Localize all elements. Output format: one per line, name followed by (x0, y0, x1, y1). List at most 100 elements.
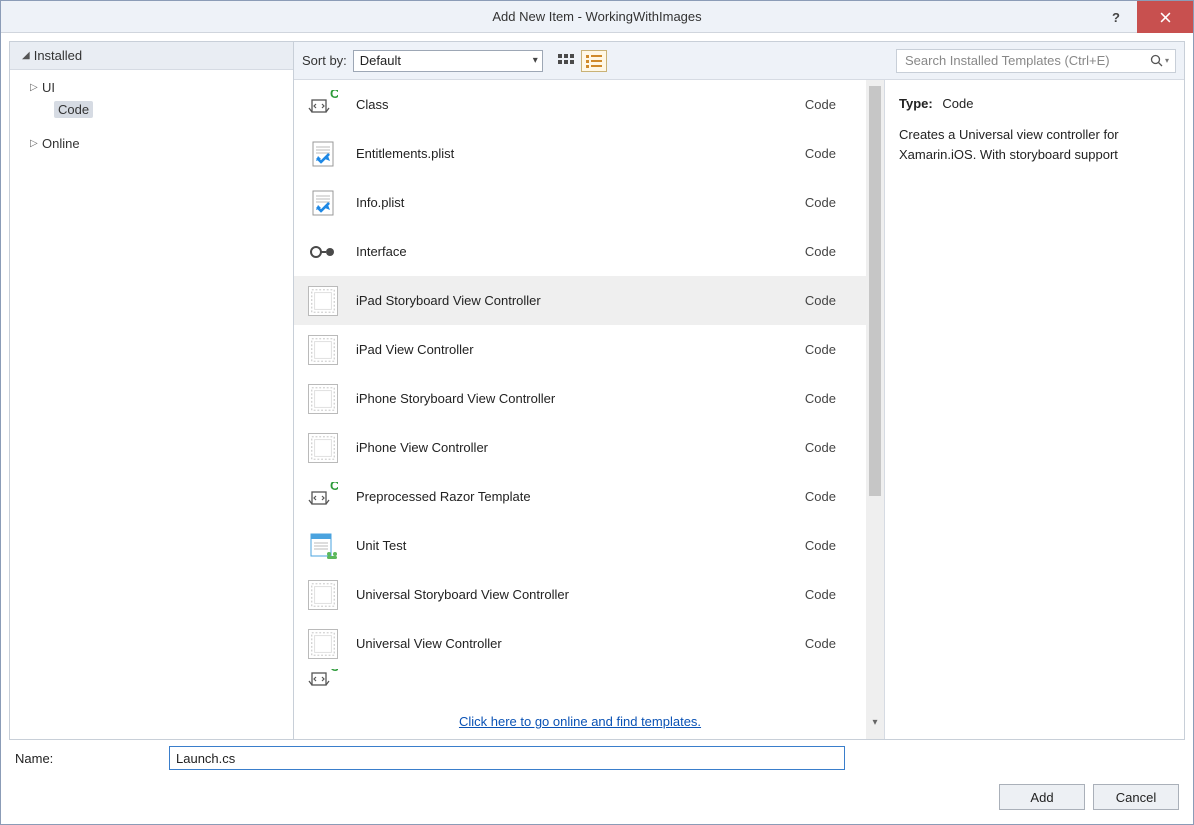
template-row[interactable]: Universal Storyboard View ControllerCode (294, 570, 866, 619)
sort-by-dropdown[interactable]: Default ▾ (353, 50, 543, 72)
frame-icon (308, 629, 338, 659)
detail-type-value: Code (942, 96, 973, 111)
chevron-down-icon: ▾ (533, 55, 538, 66)
template-category: Code (805, 538, 852, 553)
tree-section-label: Installed (34, 48, 82, 63)
expand-icon: ▷ (30, 138, 42, 149)
template-category: Code (805, 587, 852, 602)
template-row[interactable]: Info.plistCode (294, 178, 866, 227)
frame-icon (308, 433, 338, 463)
search-icon[interactable]: ▾ (1150, 54, 1169, 67)
detail-description: Creates a Universal view controller for … (899, 125, 1170, 165)
template-row[interactable]: Entitlements.plistCode (294, 129, 866, 178)
cs-icon (308, 482, 338, 512)
help-icon: ? (1112, 10, 1120, 25)
footer: Name: Add Cancel (9, 746, 1185, 816)
template-row[interactable]: InterfaceCode (294, 227, 866, 276)
search-input[interactable] (903, 52, 1146, 69)
template-name: Unit Test (356, 538, 805, 553)
template-row[interactable]: iPhone View ControllerCode (294, 423, 866, 472)
tree-item-label: Code (54, 101, 93, 118)
template-category: Code (805, 195, 852, 210)
template-category: Code (805, 342, 852, 357)
add-button[interactable]: Add (999, 784, 1085, 810)
frame-icon (308, 580, 338, 610)
view-list-button[interactable] (581, 50, 607, 72)
category-tree: ◢ Installed ▷ UI Code ▷ Online (10, 42, 294, 739)
dialog-body: ◢ Installed ▷ UI Code ▷ Online (9, 41, 1185, 740)
template-row-partial[interactable] (294, 668, 866, 688)
template-category: Code (805, 146, 852, 161)
find-templates-link[interactable]: Click here to go online and find templat… (459, 714, 701, 729)
template-category: Code (805, 97, 852, 112)
grid-icon (558, 54, 574, 68)
template-category: Code (805, 391, 852, 406)
template-panel: Sort by: Default ▾ (294, 42, 1184, 739)
cancel-button-label: Cancel (1116, 790, 1156, 805)
template-name: Universal Storyboard View Controller (356, 587, 805, 602)
view-grid-button[interactable] (553, 50, 579, 72)
template-row[interactable]: iPad Storyboard View ControllerCode (294, 276, 866, 325)
name-row: Name: (9, 746, 1185, 770)
template-name: Interface (356, 244, 805, 259)
chevron-down-icon: ▾ (1165, 56, 1169, 65)
tree-item-code[interactable]: Code (16, 98, 293, 120)
online-link-row: Click here to go online and find templat… (294, 703, 866, 739)
unittest-icon (308, 531, 338, 561)
close-button[interactable] (1137, 1, 1193, 33)
scrollbar-thumb[interactable] (869, 86, 881, 496)
cancel-button[interactable]: Cancel (1093, 784, 1179, 810)
interface-icon (308, 237, 338, 267)
template-toolbar: Sort by: Default ▾ (294, 42, 1184, 80)
tree-item-label: Online (42, 136, 80, 151)
scrollbar[interactable]: ▾ (866, 80, 884, 739)
template-row[interactable]: iPad View ControllerCode (294, 325, 866, 374)
add-new-item-window: Add New Item - WorkingWithImages ? ◢ Ins… (0, 0, 1194, 825)
list-icon (586, 54, 602, 68)
template-category: Code (805, 440, 852, 455)
template-category: Code (805, 636, 852, 651)
template-name: iPad Storyboard View Controller (356, 293, 805, 308)
template-row[interactable]: Preprocessed Razor TemplateCode (294, 472, 866, 521)
template-name: Class (356, 97, 805, 112)
collapse-icon: ◢ (22, 50, 30, 61)
scroll-down-arrow[interactable]: ▾ (874, 713, 876, 731)
tree-item-label: UI (42, 80, 55, 95)
tree-section-installed[interactable]: ◢ Installed (10, 42, 293, 70)
template-name: Entitlements.plist (356, 146, 805, 161)
template-name: Preprocessed Razor Template (356, 489, 805, 504)
frame-icon (308, 286, 338, 316)
tree-item-online[interactable]: ▷ Online (16, 132, 293, 154)
sort-by-label: Sort by: (302, 53, 347, 68)
plist-icon (308, 139, 338, 169)
template-category: Code (805, 244, 852, 259)
template-category: Code (805, 293, 852, 308)
template-row[interactable]: ClassCode (294, 80, 866, 129)
tree-item-ui[interactable]: ▷ UI (16, 76, 293, 98)
name-label: Name: (9, 751, 159, 766)
help-button[interactable]: ? (1095, 1, 1137, 33)
template-row[interactable]: Unit TestCode (294, 521, 866, 570)
name-input[interactable] (169, 746, 845, 770)
detail-type-label: Type: (899, 96, 933, 111)
template-row[interactable]: Universal View ControllerCode (294, 619, 866, 668)
cs-icon (308, 669, 338, 687)
titlebar: Add New Item - WorkingWithImages ? (1, 1, 1193, 33)
plist-icon (308, 188, 338, 218)
expand-icon: ▷ (30, 82, 42, 93)
template-name: iPhone Storyboard View Controller (356, 391, 805, 406)
template-row[interactable]: iPhone Storyboard View ControllerCode (294, 374, 866, 423)
template-category: Code (805, 489, 852, 504)
close-icon (1160, 12, 1171, 23)
frame-icon (308, 384, 338, 414)
template-name: Info.plist (356, 195, 805, 210)
search-box[interactable]: ▾ (896, 49, 1176, 73)
template-name: iPhone View Controller (356, 440, 805, 455)
frame-icon (308, 335, 338, 365)
template-list[interactable]: ClassCodeEntitlements.plistCodeInfo.plis… (294, 80, 866, 703)
detail-panel: Type: Code Creates a Universal view cont… (884, 80, 1184, 739)
add-button-label: Add (1030, 790, 1053, 805)
window-title: Add New Item - WorkingWithImages (492, 9, 701, 24)
sort-by-value: Default (360, 53, 401, 68)
cs-icon (308, 90, 338, 120)
